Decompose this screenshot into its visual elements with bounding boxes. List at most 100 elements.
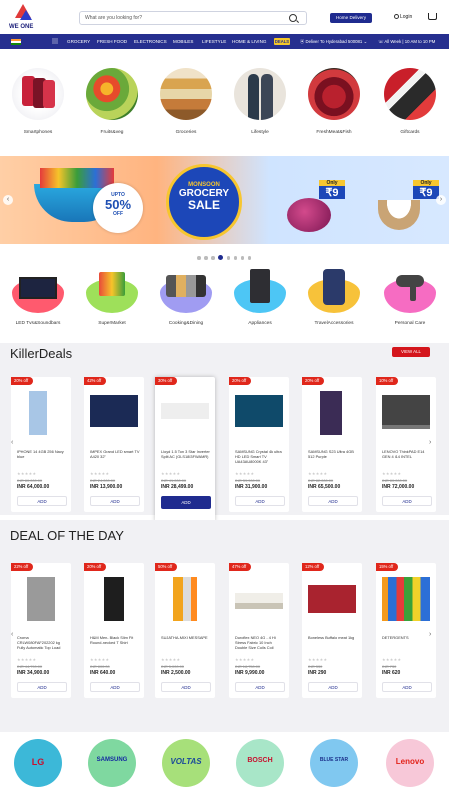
product-name[interactable]: H&M Men- Black Slim Fit Round-necked T S… (90, 635, 140, 651)
support-hours: ☏ All Week | 10 AM to 10 PM (378, 39, 436, 44)
category-smartphones[interactable]: Smartphones (8, 68, 68, 135)
nav-grocery[interactable]: GROCERY (67, 39, 90, 44)
category-supermarket[interactable]: SuperMarket (82, 269, 142, 326)
add-to-cart-button[interactable]: ADD (17, 496, 67, 506)
promo-banner[interactable]: UPTO 50% OFF MONSOON GROCERY SALE Only ₹… (0, 156, 449, 244)
nav-deals[interactable]: DEALS (274, 38, 290, 45)
add-to-cart-button[interactable]: ADD (90, 496, 140, 506)
product-card[interactable]: 20% off SAMSUNG S23 Ultra 4GB 512 Purple ★… (302, 377, 362, 512)
carousel-dot[interactable] (226, 256, 230, 260)
product-card[interactable]: 47% off Duroflex NEO 4G - 4 Hi Stress Fab… (229, 563, 289, 698)
product-name[interactable]: DETERGENTS (382, 635, 432, 651)
product-name[interactable]: LENOVO ThinkPAD E14 GEN 4 i14 INTEL (382, 449, 432, 465)
product-image (382, 577, 430, 621)
product-name[interactable]: SUJATHA-MIXI MESSAPE (161, 635, 211, 651)
view-all-button[interactable]: VIEW ALL (392, 347, 430, 357)
category-personal-care[interactable]: Personal Care (380, 269, 440, 326)
add-to-cart-button[interactable]: ADD (235, 682, 285, 692)
product-mrp: INR 41,000.00 (161, 478, 187, 483)
add-to-cart-button[interactable]: ADD (235, 496, 285, 506)
carousel-dot[interactable] (204, 256, 208, 260)
product-card[interactable]: 20% off IPHONE 14 4GB 256 Navy blue ★★★★★ I… (11, 377, 71, 512)
cart-icon[interactable] (428, 13, 437, 20)
product-card[interactable]: 30% off Lloyd 1.5 Ton 3 Star Inverter Spl… (155, 377, 215, 522)
brand-lg[interactable]: LG (14, 739, 62, 787)
category-row: Smartphones Fruits&veg Groceries Lifesty… (0, 68, 449, 143)
nav-mobiles[interactable]: MOBILES (173, 39, 193, 44)
product-name[interactable]: SAMSUNG Crystal 4k ultra HD LED Smart TV… (235, 449, 285, 465)
category-lifestyle[interactable]: Lifestyle (230, 68, 290, 135)
search-input[interactable]: What are you looking for? (79, 11, 307, 25)
product-card[interactable]: 20% off H&M Men- Black Slim Fit Round-nec… (84, 563, 144, 698)
deal-prev-arrow-icon[interactable]: ‹ (11, 631, 13, 638)
brand-blue-star[interactable]: BLUE STAR (310, 739, 358, 787)
user-icon (394, 14, 399, 20)
brand-samsung[interactable]: SAMSUNG (88, 739, 136, 787)
product-name[interactable]: IMPEX Grand LED smart TV A420 32" (90, 449, 140, 465)
add-to-cart-button[interactable]: ADD (161, 496, 211, 509)
fridge-graphic (250, 269, 270, 303)
product-name[interactable]: Duroflex NEO 4G - 4 Hi Stress Fabric 10 … (235, 635, 285, 651)
category-fresh-meat-fish[interactable]: FreshMeat&Fish (304, 68, 364, 135)
killer-next-arrow-icon[interactable]: › (429, 439, 431, 446)
carousel-dot[interactable] (233, 256, 237, 260)
carousel-dot[interactable] (197, 256, 201, 260)
category-label: Groceries (175, 130, 197, 135)
category-travel-accessories[interactable]: TravelAccessories (304, 269, 364, 326)
product-card[interactable]: 50% off SUJATHA-MIXI MESSAPE ★★★★★ INR 5,00… (155, 563, 215, 698)
product-card[interactable]: 20% off SAMSUNG Crystal 4k ultra HD LED S… (229, 377, 289, 512)
product-card[interactable]: 10% off LENOVO ThinkPAD E14 GEN 4 i14 INT… (376, 377, 436, 512)
category-groceries[interactable]: Groceries (156, 68, 216, 135)
product-name[interactable]: IPHONE 14 4GB 256 Navy blue (17, 449, 67, 465)
nav-home-living[interactable]: HOME & LIVING (232, 39, 266, 44)
product-card[interactable]: 12% off Boneless Buffalo meat 1kg ★★★★★ INR… (302, 563, 362, 698)
banner-next-arrow-icon[interactable]: › (436, 195, 446, 205)
product-name[interactable]: Croma CRLW080FAF202202 kg Fully Automati… (17, 635, 67, 651)
add-to-cart-button[interactable]: ADD (90, 682, 140, 692)
add-to-cart-button[interactable]: ADD (308, 682, 358, 692)
product-image (308, 391, 356, 435)
carousel-dot-active[interactable] (218, 255, 223, 261)
delivery-location[interactable]: ⦿ Deliver To Hyderabad 500081 ⌄ (300, 39, 367, 45)
nav-fresh-food[interactable]: FRESH FOOD (97, 39, 127, 44)
menu-grid-icon[interactable] (52, 38, 58, 44)
carousel-dot[interactable] (211, 256, 215, 260)
product-name[interactable]: Lloyd 1.5 Ton 3 Star Inverter Split AC (… (161, 449, 211, 465)
add-to-cart-button[interactable]: ADD (161, 682, 211, 692)
carousel-dot[interactable] (247, 256, 251, 260)
login-button[interactable]: Login (394, 14, 412, 20)
carousel-dot[interactable] (240, 256, 244, 260)
product-card[interactable]: 22% off Croma CRLW080FAF202202 kg Fully A… (11, 563, 71, 698)
product-card[interactable]: 42% off IMPEX Grand LED smart TV A420 32"… (84, 377, 144, 512)
product-name[interactable]: Boneless Buffalo meat 1kg (308, 635, 358, 651)
home-delivery-button[interactable]: Home Delivery (330, 13, 372, 23)
product-image (308, 577, 356, 621)
india-flag-icon[interactable] (11, 39, 21, 45)
add-to-cart-button[interactable]: ADD (382, 496, 432, 506)
off-text: OFF (113, 211, 123, 217)
deal-next-arrow-icon[interactable]: › (429, 631, 431, 638)
category-led-tvs[interactable]: LED Tvs&Soundbars (8, 269, 68, 326)
section-title: KillerDeals (10, 346, 73, 361)
add-to-cart-button[interactable]: ADD (17, 682, 67, 692)
product-name[interactable]: SAMSUNG S23 Ultra 4GB 512 Purple (308, 449, 358, 465)
category-cooking-dining[interactable]: Cooking&Dining (156, 269, 216, 326)
brand-bosch[interactable]: BOSCH (236, 739, 284, 787)
brand-voltas[interactable]: VOLTAS (162, 739, 210, 787)
category-fruits-veg[interactable]: Fruits&veg (82, 68, 142, 135)
brand-lenovo[interactable]: Lenovo (386, 739, 434, 787)
product-card[interactable]: 15% off DETERGENTS ★★★★★ INR 730 INR 620 ADD (376, 563, 436, 698)
category-appliances[interactable]: Appliances (230, 269, 290, 326)
search-icon[interactable] (289, 14, 297, 22)
discount-badge: 15% off (376, 563, 398, 571)
category-label: Fruits&veg (100, 130, 124, 135)
banner-prev-arrow-icon[interactable]: ‹ (3, 195, 13, 205)
rating-stars-icon: ★★★★★ (90, 471, 110, 476)
nav-lifestyle[interactable]: LIFESTYLE (202, 39, 226, 44)
category-giftcards[interactable]: Giftcards (380, 68, 440, 135)
nav-electronics[interactable]: ELECTRONICS (134, 39, 167, 44)
add-to-cart-button[interactable]: ADD (382, 682, 432, 692)
killer-prev-arrow-icon[interactable]: ‹ (11, 439, 13, 446)
add-to-cart-button[interactable]: ADD (308, 496, 358, 506)
logo[interactable]: WE ONE (9, 4, 39, 34)
